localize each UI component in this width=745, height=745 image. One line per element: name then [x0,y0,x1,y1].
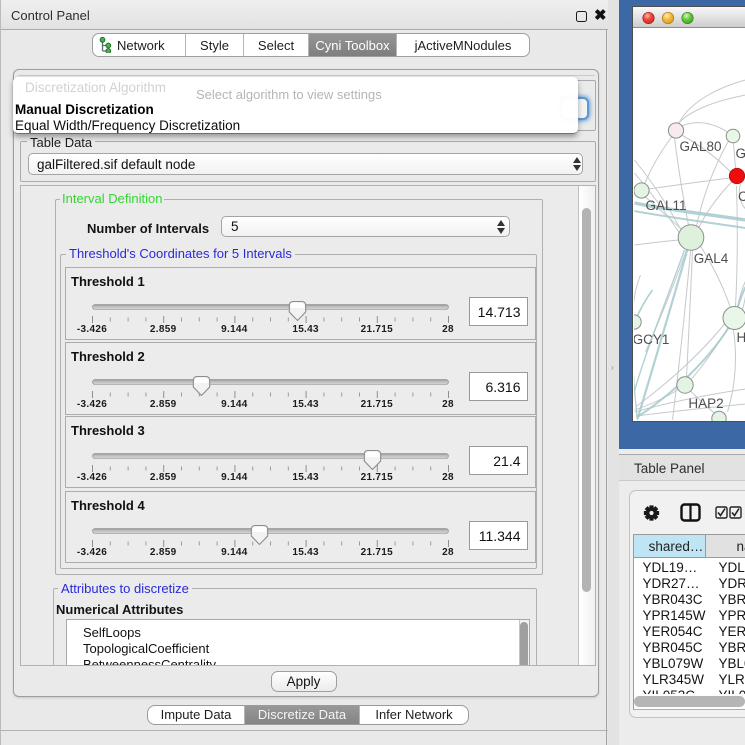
svg-text:GA: GA [735,146,745,161]
svg-text:GAL4: GAL4 [693,251,728,266]
svg-text:GAL80: GAL80 [679,139,721,154]
svg-text:GCY1: GCY1 [634,332,669,347]
svg-text:HAP2: HAP2 [688,396,723,411]
svg-text:C: C [738,189,745,204]
svg-text:GAL11: GAL11 [645,198,686,213]
svg-text:H: H [736,330,745,345]
